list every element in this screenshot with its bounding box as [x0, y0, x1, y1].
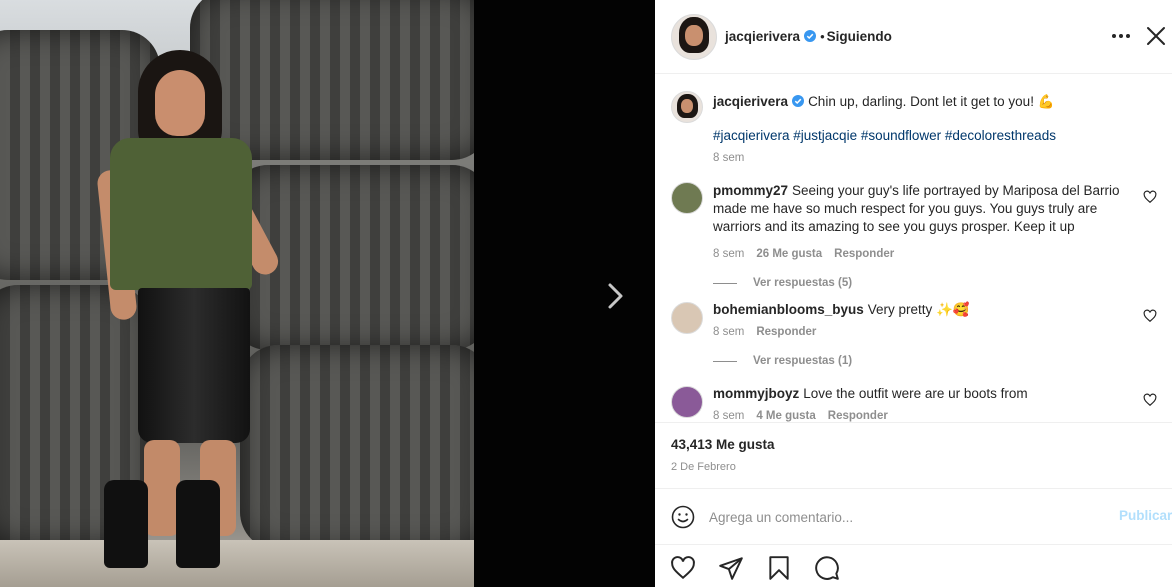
caption-text: jacqierivera Chin up, darling. Dont let i…	[713, 93, 1143, 111]
heart-icon[interactable]	[1143, 393, 1157, 407]
person-figure	[96, 50, 300, 570]
face	[155, 70, 205, 136]
reply-button[interactable]: Responder	[756, 326, 816, 338]
comments-list[interactable]: jacqierivera Chin up, darling. Dont let i…	[655, 75, 1172, 422]
avatar[interactable]	[671, 91, 703, 123]
comment-username[interactable]: pmommy27	[713, 183, 788, 198]
post-header: jacqierivera • Siguiendo	[655, 0, 1172, 74]
comment-text: pmommy27 Seeing your guy's life portrayed…	[713, 182, 1138, 236]
comment-text: bohemianblooms_byus Very pretty ✨🥰	[713, 301, 1143, 319]
caption-body: Chin up, darling. Dont let it get to you…	[808, 94, 1034, 109]
avatar[interactable]	[671, 182, 703, 214]
caption-age: 8 sem	[713, 152, 745, 164]
comment-meta: 8 sem 4 Me gusta Responder	[713, 410, 900, 422]
more-options-icon[interactable]	[1110, 26, 1132, 46]
post-actions	[655, 544, 1172, 587]
comment-age: 8 sem	[713, 326, 745, 338]
comment-meta: 8 sem Responder	[713, 326, 828, 338]
comment-emoji: ✨🥰	[936, 302, 970, 317]
leg	[144, 440, 180, 536]
comment-age: 8 sem	[713, 248, 745, 260]
post-media	[0, 0, 655, 587]
view-replies-label: Ver respuestas (1)	[753, 355, 853, 367]
close-icon[interactable]	[1144, 24, 1168, 48]
author-username[interactable]: jacqierivera	[725, 29, 800, 44]
comment-input[interactable]	[709, 507, 1109, 527]
avatar[interactable]	[671, 386, 703, 418]
boot	[104, 480, 148, 568]
comment-likes[interactable]: 26 Me gusta	[756, 248, 822, 260]
leather-skirt	[138, 288, 250, 443]
emoji-icon[interactable]	[671, 505, 695, 529]
caption-username[interactable]: jacqierivera	[713, 94, 788, 109]
verified-badge-icon	[804, 30, 817, 42]
heart-icon[interactable]	[1143, 190, 1157, 204]
comment-body: Very pretty	[867, 302, 933, 317]
author-line: jacqierivera • Siguiendo	[725, 28, 892, 46]
view-replies-button[interactable]: Ver respuestas (1)	[713, 355, 852, 367]
comment-likes[interactable]: 4 Me gusta	[756, 410, 815, 422]
boot	[176, 480, 220, 568]
next-arrow-icon[interactable]	[598, 278, 634, 314]
comment-age: 8 sem	[713, 410, 745, 422]
following-button[interactable]: Siguiendo	[827, 29, 892, 44]
comment-text: mommyjboyz Love the outfit were are ur bo…	[713, 385, 1143, 403]
reply-button[interactable]: Responder	[828, 410, 888, 422]
avatar[interactable]	[671, 14, 717, 60]
reply-button[interactable]: Responder	[834, 248, 894, 260]
caption-hashtags[interactable]: #jacqierivera #justjacqie #soundflower #…	[713, 127, 1143, 145]
comment-username[interactable]: mommyjboyz	[713, 386, 799, 401]
comment-icon[interactable]	[814, 555, 840, 581]
comment-body: Love the outfit were are ur boots from	[803, 386, 1028, 401]
heart-icon[interactable]	[670, 555, 696, 581]
verified-badge-icon	[792, 95, 805, 107]
caption-meta: 8 sem	[713, 152, 756, 164]
heart-icon[interactable]	[1143, 309, 1157, 323]
post-comment-button[interactable]: Publicar	[1119, 508, 1172, 523]
comment-username[interactable]: bohemianblooms_byus	[713, 302, 864, 317]
separator-dot: •	[820, 29, 825, 44]
post-stats: 43,413 Me gusta 2 De Febrero	[655, 422, 1172, 488]
view-replies-button[interactable]: Ver respuestas (5)	[713, 277, 852, 289]
avatar[interactable]	[671, 302, 703, 334]
likes-count[interactable]: 43,413 Me gusta	[671, 437, 775, 452]
view-replies-label: Ver respuestas (5)	[753, 277, 853, 289]
green-shirt	[110, 138, 252, 290]
comment-composer: Publicar	[655, 488, 1172, 544]
post-photo	[0, 0, 474, 587]
post-side-panel: jacqierivera • Siguiendo jacqierivera Chin …	[655, 0, 1172, 587]
bookmark-icon[interactable]	[766, 555, 792, 581]
flexed-arm-emoji: 💪	[1037, 94, 1055, 109]
comment-meta: 8 sem 26 Me gusta Responder	[713, 248, 906, 260]
share-icon[interactable]	[718, 555, 744, 581]
post-date: 2 De Febrero	[671, 461, 736, 473]
